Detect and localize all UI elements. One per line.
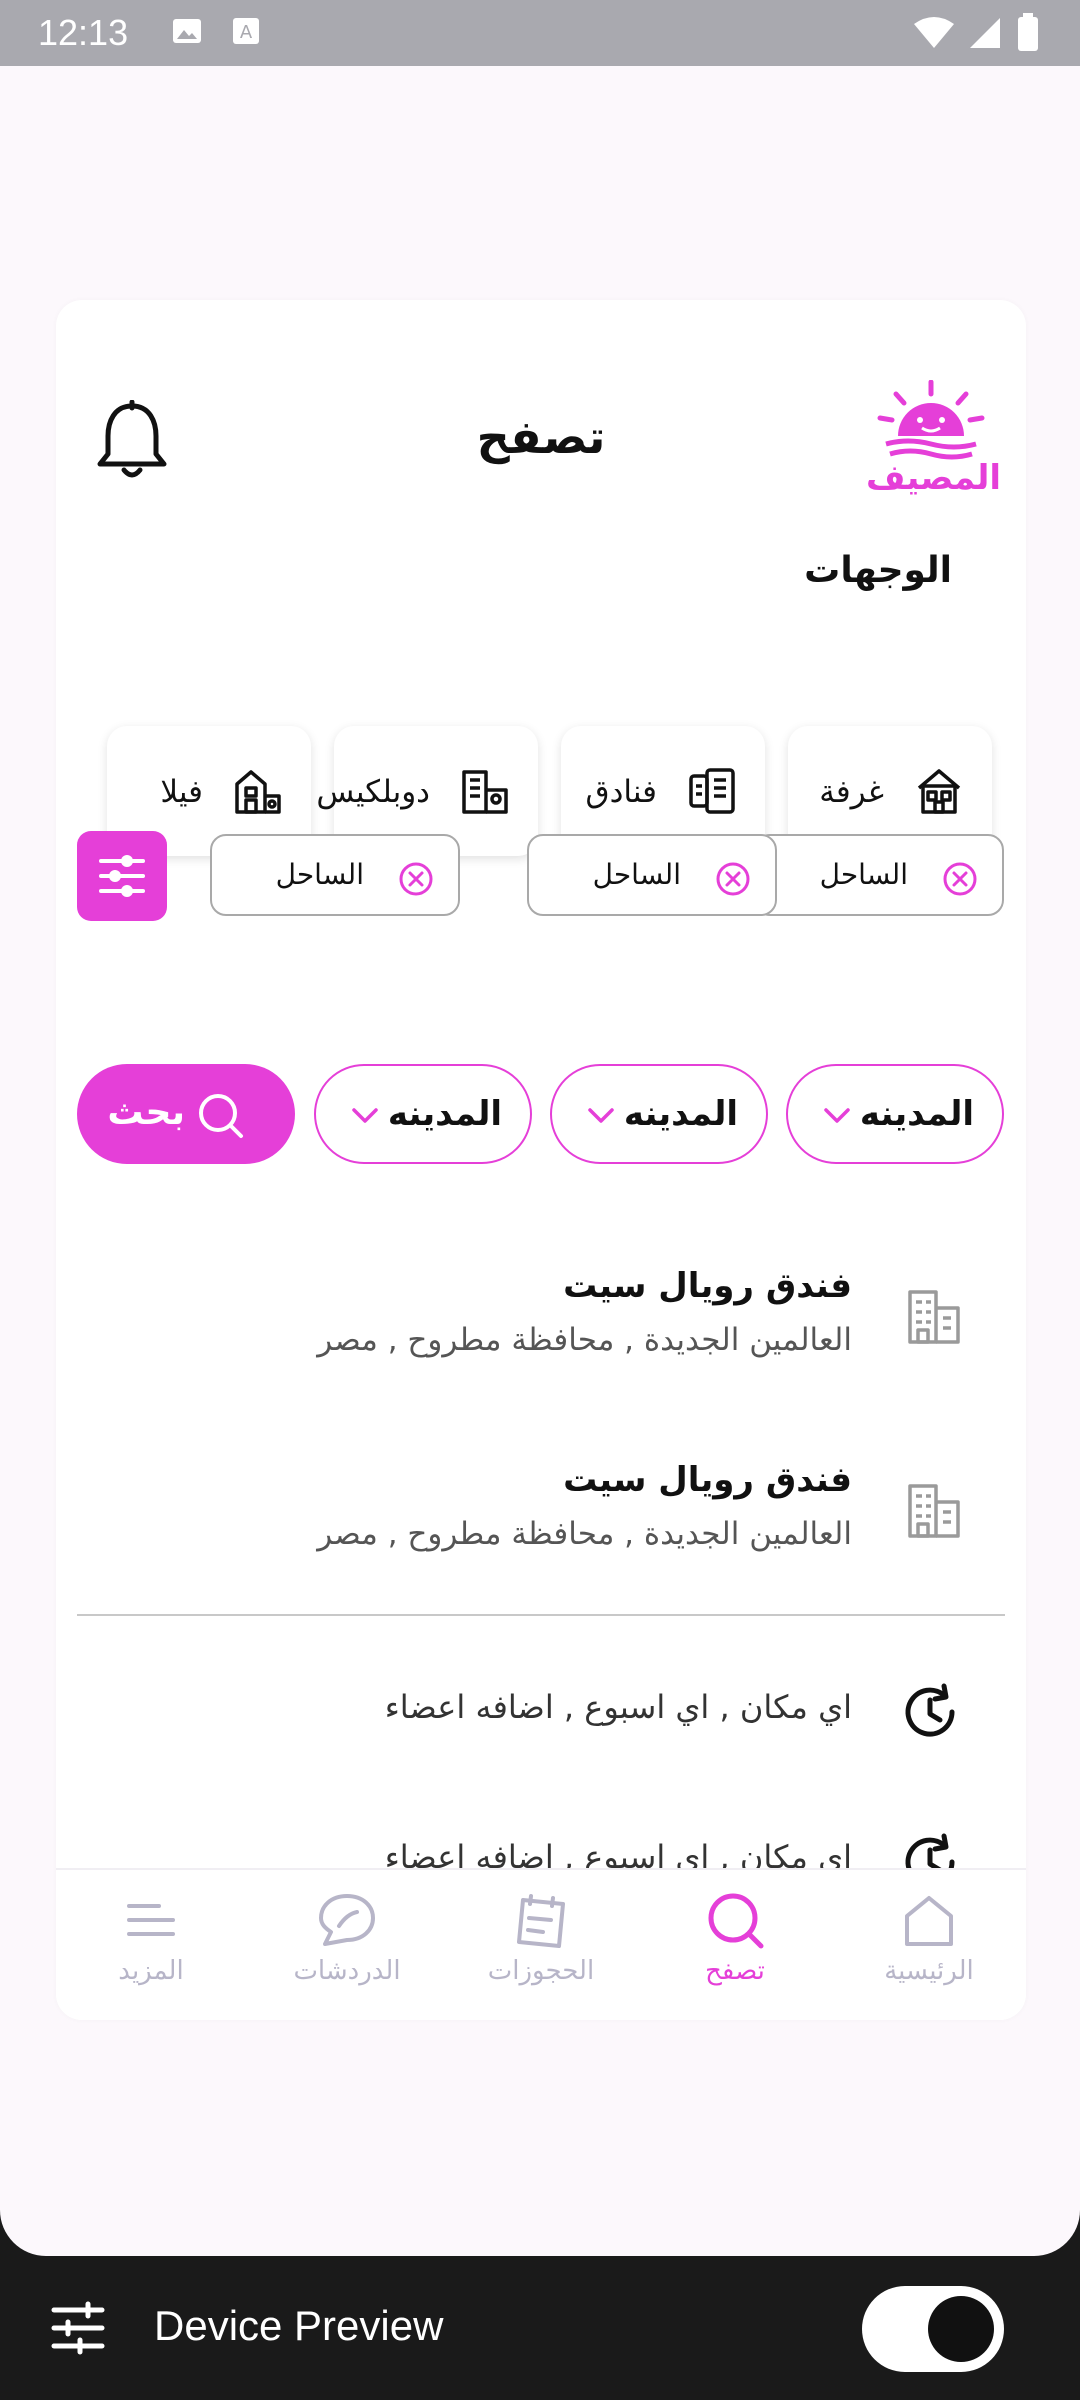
nav-bookings[interactable]: الحجوزات bbox=[446, 1890, 636, 2010]
chat-icon bbox=[319, 1894, 375, 1946]
nav-home[interactable]: الرئيسية bbox=[834, 1890, 1024, 2010]
home-icon bbox=[905, 1896, 953, 1946]
device-preview-toggle[interactable] bbox=[862, 2286, 1004, 2372]
menu-icon bbox=[127, 1904, 175, 1936]
nav-label: الحجوزات bbox=[487, 1956, 595, 1986]
search-button[interactable]: بحث bbox=[77, 1064, 295, 1164]
house-icon bbox=[917, 769, 961, 814]
dropdown-label: المدينه bbox=[623, 1094, 738, 1134]
search-icon bbox=[199, 1094, 243, 1138]
close-icon[interactable] bbox=[942, 861, 978, 897]
status-bar: 12:13 A bbox=[0, 0, 1080, 66]
nav-browse[interactable]: تصفح bbox=[640, 1890, 830, 2010]
result-subtitle: العالمين الجديدة , محافظة مطروح , مصر bbox=[317, 1516, 852, 1552]
result-title: فندق رويال سيت bbox=[563, 1460, 852, 1500]
bell-icon[interactable] bbox=[92, 400, 172, 484]
dropdown-label: المدينه bbox=[387, 1094, 502, 1134]
recent-search-text: اي مكان , اي اسبوع , اضافه اعضاء bbox=[384, 1688, 852, 1726]
close-icon[interactable] bbox=[398, 861, 434, 897]
search-icon bbox=[708, 1893, 764, 1949]
history-icon bbox=[905, 1683, 955, 1737]
nav-label: تصفح bbox=[705, 1956, 765, 1986]
duplex-icon bbox=[462, 770, 508, 814]
recent-search-item[interactable]: اي مكان , اي اسبوع , اضافه اعضاء bbox=[56, 1676, 1026, 1756]
text-icon: A bbox=[233, 18, 259, 44]
nav-label: الرئيسية bbox=[884, 1956, 974, 1986]
battery-icon bbox=[1018, 13, 1038, 51]
destinations-title: الوجهات bbox=[804, 550, 952, 591]
close-icon[interactable] bbox=[715, 861, 751, 897]
filter-chip[interactable]: الساحل bbox=[210, 834, 460, 916]
page-title: تصفح bbox=[476, 410, 606, 464]
villa-icon bbox=[235, 770, 281, 814]
chip-label: الساحل bbox=[275, 858, 364, 891]
chevron-down-icon bbox=[352, 1108, 378, 1123]
image-icon bbox=[173, 19, 201, 43]
search-label: بحث bbox=[107, 1092, 185, 1133]
chip-label: الساحل bbox=[819, 858, 908, 891]
destination-label: فنادق bbox=[585, 774, 657, 810]
browse-card: المصيف تصفح الوجهات غرفة فنادق دوبلكيس ف… bbox=[56, 300, 1026, 2020]
signal-icon bbox=[970, 18, 1000, 48]
svg-text:A: A bbox=[240, 22, 253, 43]
result-title: فندق رويال سيت bbox=[563, 1266, 852, 1306]
city-dropdown[interactable]: المدينه bbox=[550, 1064, 768, 1164]
result-subtitle: العالمين الجديدة , محافظة مطروح , مصر bbox=[317, 1322, 852, 1358]
device-preview-label: Device Preview bbox=[154, 2302, 444, 2349]
filter-chip[interactable]: الساحل bbox=[527, 834, 777, 916]
chevron-down-icon bbox=[824, 1108, 850, 1123]
filter-chip[interactable]: الساحل bbox=[754, 834, 1004, 916]
city-dropdown[interactable]: المدينه bbox=[314, 1064, 532, 1164]
device-preview-bar: Device Preview bbox=[0, 2256, 1080, 2400]
nav-label: المزيد bbox=[118, 1956, 184, 1986]
chevron-down-icon bbox=[588, 1108, 614, 1123]
dropdown-label: المدينه bbox=[859, 1094, 974, 1134]
building-icon bbox=[908, 1290, 960, 1344]
nav-chats[interactable]: الدردشات bbox=[252, 1890, 442, 2010]
app-screen: المصيف تصفح الوجهات غرفة فنادق دوبلكيس ف… bbox=[0, 66, 1080, 2256]
nav-more[interactable]: المزيد bbox=[56, 1890, 246, 2010]
city-dropdown[interactable]: المدينه bbox=[786, 1064, 1004, 1164]
nav-label: الدردشات bbox=[293, 1956, 401, 1986]
toggle-knob bbox=[928, 2296, 994, 2362]
sliders-icon bbox=[99, 855, 145, 897]
building-icon bbox=[908, 1484, 960, 1538]
destination-label: فيلا bbox=[160, 774, 203, 810]
result-item[interactable]: فندق رويال سيت العالمين الجديدة , محافظة… bbox=[56, 1460, 1026, 1610]
calendar-icon bbox=[517, 1894, 565, 1948]
divider bbox=[77, 1614, 1005, 1616]
wifi-icon bbox=[914, 17, 954, 48]
chip-label: الساحل bbox=[592, 858, 681, 891]
filter-settings-button[interactable] bbox=[77, 831, 167, 921]
logo-text: المصيف bbox=[866, 458, 1002, 498]
hotel-icon bbox=[689, 768, 735, 814]
result-item[interactable]: فندق رويال سيت العالمين الجديدة , محافظة… bbox=[56, 1266, 1026, 1416]
settings-sliders-icon[interactable] bbox=[50, 2300, 106, 2356]
status-time: 12:13 bbox=[38, 12, 129, 53]
bottom-navigation: الرئيسية تصفح الحجوزات الدردشات المزيد bbox=[56, 1868, 1026, 2020]
destination-label: دوبلكيس bbox=[316, 774, 430, 810]
destination-label: غرفة bbox=[819, 774, 884, 810]
